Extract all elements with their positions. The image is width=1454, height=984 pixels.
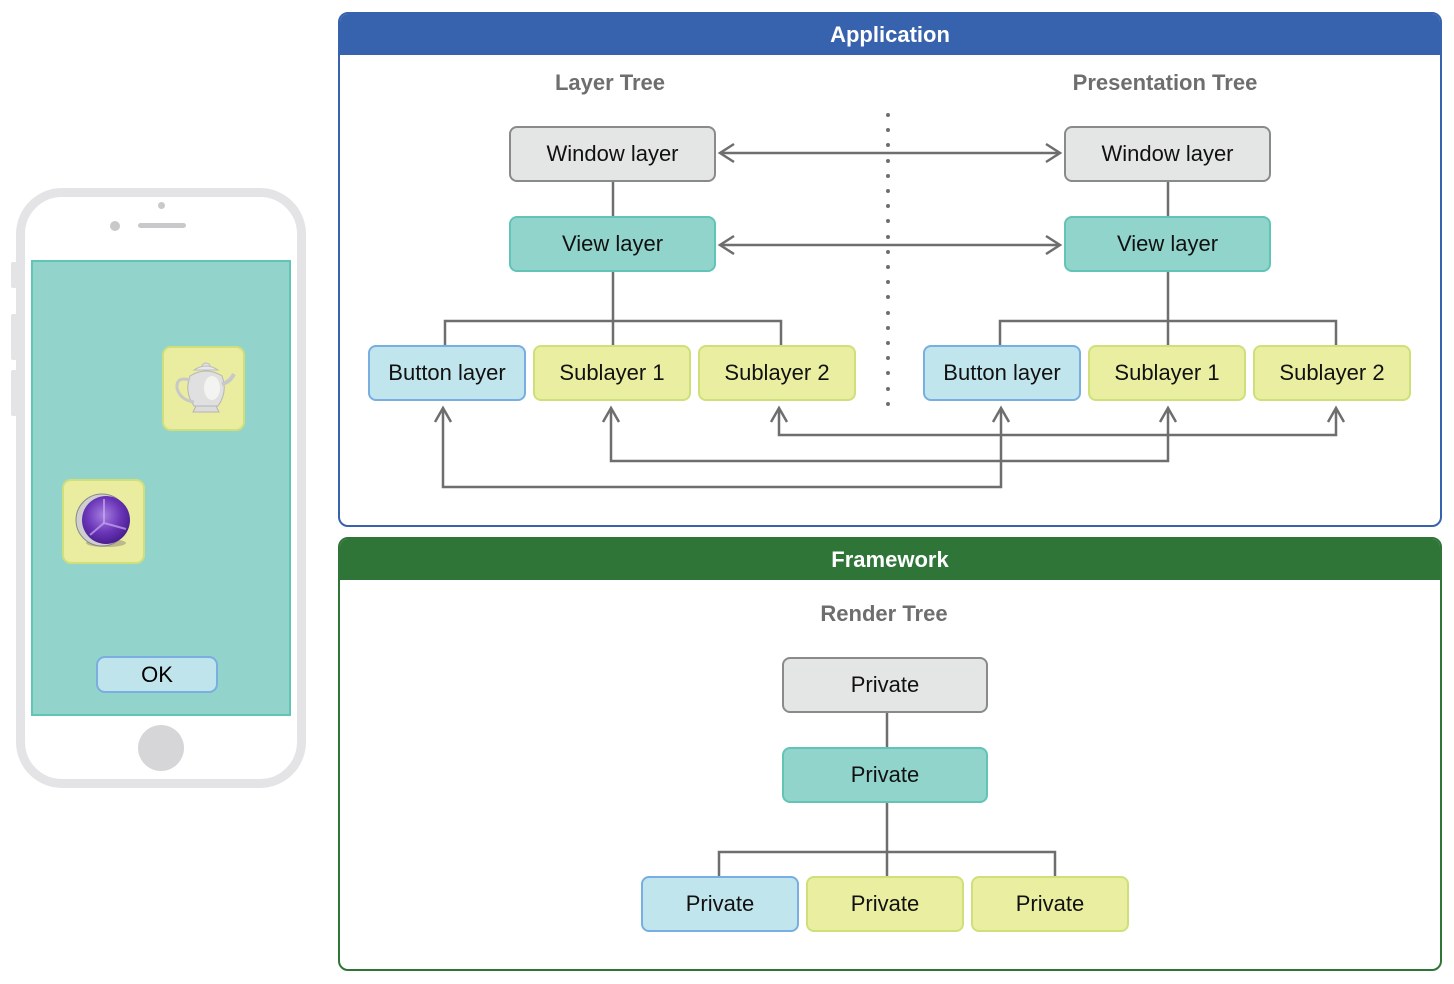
presentation-tree-sublayer1-node: Sublayer 1	[1088, 345, 1246, 401]
layer-tree-sublayer2-node: Sublayer 2	[698, 345, 856, 401]
tree-separator-dots	[886, 113, 890, 406]
presentation-tree-view-node: View layer	[1064, 216, 1271, 272]
presentation-tree-window-node: Window layer	[1064, 126, 1271, 182]
render-tree-leaf-node: Private	[641, 876, 799, 932]
arrow-button-map	[441, 408, 1003, 489]
render-tree-leaf-node: Private	[806, 876, 964, 932]
layer-tree-title: Layer Tree	[554, 70, 666, 95]
presentation-tree-title: Presentation Tree	[1072, 70, 1258, 95]
render-tree-root-node: Private	[782, 657, 988, 713]
render-tree-title: Render Tree	[820, 601, 948, 626]
arrow-sublayer2-map	[777, 408, 1338, 437]
presentation-tree-button-node: Button layer	[923, 345, 1081, 401]
render-tree-leaf-node: Private	[971, 876, 1129, 932]
layer-tree-view-node: View layer	[509, 216, 716, 272]
layer-tree-button-node: Button layer	[368, 345, 526, 401]
layer-tree-sublayer1-node: Sublayer 1	[533, 345, 691, 401]
layer-tree-window-node: Window layer	[509, 126, 716, 182]
render-tree-child-node: Private	[782, 747, 988, 803]
presentation-tree-sublayer2-node: Sublayer 2	[1253, 345, 1411, 401]
